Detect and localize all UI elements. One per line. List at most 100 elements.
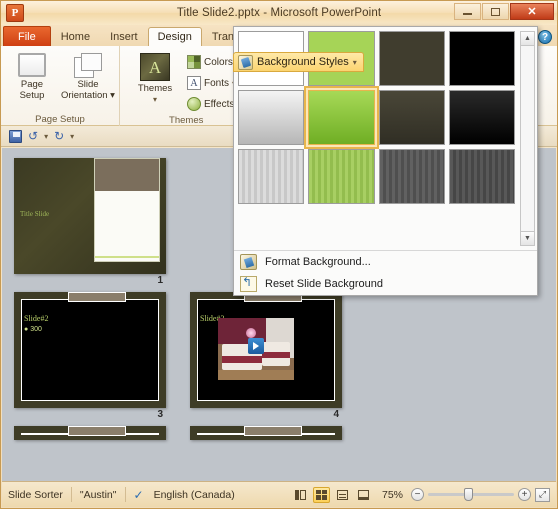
theme-colors-icon [187, 55, 201, 69]
format-background-menu-item[interactable]: Format Background... [234, 251, 537, 273]
title-bar: P Title Slide2.pptx - Microsoft PowerPoi… [1, 1, 557, 25]
slide-thumbnail-3[interactable]: Slide#2 ● 300 3 [14, 292, 166, 420]
slide-6-title-placeholder [244, 426, 302, 436]
background-styles-caret-icon: ▾ [352, 57, 357, 67]
gallery-scroll-track[interactable] [521, 46, 534, 231]
group-label-page-setup: Page Setup [35, 114, 85, 125]
background-style-11[interactable] [378, 149, 445, 204]
ribbon-group-page-setup: Page Setup Slide Orientation ▾ Page Setu… [1, 46, 120, 126]
background-style-12[interactable] [448, 149, 515, 204]
background-style-4[interactable] [448, 31, 515, 86]
tab-file[interactable]: File [3, 26, 51, 46]
video-play-icon[interactable] [248, 338, 264, 354]
background-style-5[interactable] [238, 90, 305, 145]
background-style-3[interactable] [378, 31, 445, 86]
themes-gallery-button[interactable]: A Themes ▾ [128, 50, 182, 105]
zoom-slider-thumb[interactable] [464, 488, 473, 501]
themes-caret-icon: ▾ [152, 95, 157, 104]
tab-design[interactable]: Design [147, 27, 202, 46]
background-styles-button[interactable]: Background Styles ▾ [233, 52, 364, 72]
background-style-6-selected[interactable] [304, 86, 379, 149]
theme-effects-icon [187, 97, 201, 111]
status-theme-name[interactable]: "Austin" [80, 489, 117, 501]
page-setup-icon [18, 53, 46, 77]
photo-lamp [246, 328, 256, 338]
zoom-level-label: 75% [381, 488, 403, 501]
theme-colors-label: Colors [204, 56, 233, 68]
slide-4-preview[interactable]: Slide#3 [190, 292, 342, 408]
customize-qat-icon[interactable]: ▾ [70, 132, 74, 141]
gallery-scroll-up-icon[interactable]: ▲ [521, 32, 534, 46]
view-normal-button[interactable] [292, 487, 309, 503]
slide-1-preview[interactable]: Title Slide [14, 158, 166, 274]
photo-bed-right [262, 342, 290, 366]
gallery-scroll-down-icon[interactable]: ▼ [521, 231, 534, 245]
status-language[interactable]: English (Canada) [154, 489, 235, 501]
background-style-9[interactable] [238, 149, 305, 204]
slide-thumbnail-5[interactable] [14, 426, 166, 440]
thumbnail-row-2: Slide#2 ● 300 3 Slide#3 4 [14, 292, 556, 420]
slide-1-panel [94, 158, 160, 262]
slide-6-preview[interactable] [190, 426, 342, 440]
spell-check-icon[interactable]: ✓ [134, 488, 144, 502]
background-style-8[interactable] [448, 90, 515, 145]
help-icon[interactable]: ? [538, 30, 552, 44]
zoom-in-button[interactable]: + [518, 488, 531, 501]
slide-3-title-placeholder [68, 292, 126, 302]
themes-icon: A [140, 53, 170, 81]
reset-slide-background-label: Reset Slide Background [265, 278, 384, 290]
themes-label: Themes [137, 83, 173, 94]
redo-icon[interactable]: ↻ [54, 129, 64, 143]
slide-3-title-text: Slide#2 [24, 314, 49, 323]
background-styles-icon [238, 54, 253, 70]
slide-5-preview[interactable] [14, 426, 166, 440]
minimize-button[interactable] [454, 3, 481, 20]
zoom-slider[interactable] [428, 488, 514, 501]
background-style-7[interactable] [378, 90, 445, 145]
slide-orientation-button[interactable]: Slide Orientation ▾ [61, 50, 115, 101]
close-button[interactable]: ✕ [510, 3, 554, 20]
slide-orientation-label-line1: Slide [77, 79, 99, 90]
slide-orientation-label-line2: Orientation ▾ [61, 90, 115, 101]
slide-thumbnail-1[interactable]: Title Slide 1 [14, 158, 166, 286]
slide-3-number: 3 [157, 409, 163, 420]
view-notes-button[interactable] [355, 487, 372, 503]
slide-3-bullet-text: ● 300 [24, 326, 42, 333]
slide-thumbnail-4[interactable]: Slide#3 4 [190, 292, 342, 420]
tab-home[interactable]: Home [51, 27, 100, 46]
slide-4-media-thumbnail [218, 318, 294, 380]
view-reading-button[interactable] [334, 487, 351, 503]
zoom-out-button[interactable]: − [411, 488, 424, 501]
slide-1-panel-header [95, 159, 159, 191]
reset-slide-background-menu-item[interactable]: Reset Slide Background [234, 273, 537, 295]
photo-floor [218, 370, 294, 380]
format-background-icon [240, 254, 257, 270]
tab-insert[interactable]: Insert [100, 27, 148, 46]
theme-effects-label: Effects [204, 98, 235, 110]
powerpoint-logo-icon: P [6, 4, 24, 22]
status-right-controls: 75% − + ⤢ [292, 486, 550, 503]
slide-1-accent-line [95, 256, 159, 258]
theme-fonts-label: Fonts [204, 77, 230, 89]
gallery-scrollbar[interactable]: ▲ ▼ [520, 31, 535, 246]
background-styles-label: Background Styles [257, 56, 349, 68]
slide-4-number: 4 [333, 409, 339, 420]
theme-fonts-icon: A [187, 76, 201, 90]
slide-3-preview[interactable]: Slide#2 ● 300 [14, 292, 166, 408]
fit-to-window-button[interactable]: ⤢ [535, 487, 550, 502]
restore-button[interactable] [482, 3, 509, 20]
slide-thumbnail-6[interactable] [190, 426, 342, 440]
undo-icon[interactable]: ↺ [28, 129, 38, 143]
format-background-label: Format Background... [265, 256, 371, 268]
status-bar: Slide Sorter "Austin" ✓ English (Canada)… [2, 481, 556, 507]
background-style-10[interactable] [308, 149, 375, 204]
reset-slide-background-icon [240, 275, 257, 292]
undo-caret-icon[interactable]: ▾ [44, 132, 48, 141]
thumbnail-row-3 [14, 426, 556, 440]
page-setup-button[interactable]: Page Setup [5, 50, 59, 101]
slide-5-title-placeholder [68, 426, 126, 436]
status-view-name: Slide Sorter [8, 488, 63, 501]
view-slide-sorter-button[interactable] [312, 486, 330, 503]
save-icon[interactable] [9, 129, 22, 143]
slide-1-number: 1 [157, 275, 163, 286]
